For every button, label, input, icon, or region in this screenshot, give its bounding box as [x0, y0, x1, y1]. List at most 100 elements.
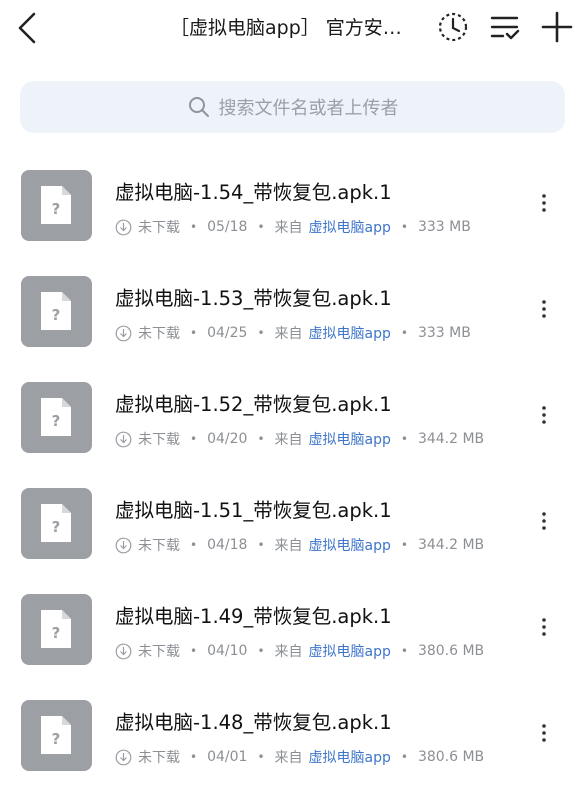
file-name: 虚拟电脑-1.53_带恢复包.apk.1 [115, 287, 392, 310]
file-row[interactable]: ? 虚拟电脑-1.52_带恢复包.apk.1 未下载 • 04/20 • 来自 … [0, 382, 584, 488]
more-options-button[interactable] [532, 294, 556, 326]
separator-dot: • [257, 750, 265, 764]
uploader-link[interactable]: 虚拟电脑app [309, 747, 391, 767]
more-vertical-icon [542, 300, 546, 318]
download-status: 未下载 [138, 220, 180, 236]
file-meta: 未下载 • 05/18 • 来自 虚拟电脑app • 333 MB [115, 217, 471, 237]
download-status-icon [115, 537, 132, 553]
separator-dot: • [400, 326, 408, 340]
file-meta: 未下载 • 04/18 • 来自 虚拟电脑app • 344.2 MB [115, 535, 484, 555]
svg-text:?: ? [52, 624, 61, 642]
file-row[interactable]: ? 虚拟电脑-1.49_带恢复包.apk.1 未下载 • 04/10 • 来自 … [0, 594, 584, 700]
file-name: 虚拟电脑-1.48_带恢复包.apk.1 [115, 711, 392, 734]
page-title: ［虚拟电脑app］ 官方安… [170, 17, 402, 39]
svg-text:?: ? [52, 306, 61, 324]
file-size: 333 MB [417, 325, 471, 341]
file-thumbnail: ? [21, 382, 92, 453]
search-bar[interactable]: 搜索文件名或者上传者 [20, 81, 565, 133]
separator-dot: • [400, 750, 408, 764]
back-button[interactable] [10, 8, 46, 48]
file-date: 04/25 [207, 325, 248, 341]
file-row[interactable]: ? 虚拟电脑-1.54_带恢复包.apk.1 未下载 • 05/18 • 来自 … [0, 170, 584, 276]
file-thumbnail: ? [21, 276, 92, 347]
separator-dot: • [400, 538, 408, 552]
more-options-button[interactable] [532, 612, 556, 644]
more-options-button[interactable] [532, 400, 556, 432]
uploader-link[interactable]: 虚拟电脑app [309, 535, 391, 555]
svg-text:?: ? [52, 730, 61, 748]
separator-dot: • [257, 220, 265, 234]
file-size: 344.2 MB [417, 537, 485, 553]
sort-icon [490, 16, 520, 40]
separator-dot: • [257, 644, 265, 658]
separator-dot: • [190, 220, 198, 234]
sort-button[interactable] [488, 10, 522, 44]
file-meta: 未下载 • 04/20 • 来自 虚拟电脑app • 344.2 MB [115, 429, 484, 449]
top-bar: ［虚拟电脑app］ 官方安… [0, 0, 584, 56]
file-meta: 未下载 • 04/10 • 来自 虚拟电脑app • 380.6 MB [115, 641, 484, 661]
file-thumbnail: ? [21, 594, 92, 665]
uploader-link[interactable]: 虚拟电脑app [309, 323, 391, 343]
download-status: 未下载 [138, 432, 180, 448]
separator-dot: • [257, 432, 265, 446]
download-status: 未下载 [138, 750, 180, 766]
download-status-icon [115, 431, 132, 447]
separator-dot: • [400, 644, 408, 658]
unknown-file-icon: ? [41, 186, 71, 224]
more-options-button[interactable] [532, 718, 556, 750]
file-thumbnail: ? [21, 700, 92, 771]
history-clock-icon [438, 12, 468, 42]
more-vertical-icon [542, 618, 546, 636]
from-label: 来自 [274, 326, 303, 342]
separator-dot: • [190, 644, 198, 658]
more-options-button[interactable] [532, 188, 556, 220]
back-arrow-icon [18, 12, 36, 44]
file-thumbnail: ? [21, 488, 92, 559]
from-label: 来自 [274, 538, 303, 554]
file-size: 380.6 MB [417, 749, 485, 765]
from-label: 来自 [274, 644, 303, 660]
file-name: 虚拟电脑-1.52_带恢复包.apk.1 [115, 393, 392, 416]
download-status-icon [115, 219, 132, 235]
separator-dot: • [190, 326, 198, 340]
unknown-file-icon: ? [41, 292, 71, 330]
svg-text:?: ? [52, 412, 61, 430]
more-options-button[interactable] [532, 506, 556, 538]
file-row[interactable]: ? 虚拟电脑-1.48_带恢复包.apk.1 未下载 • 04/01 • 来自 … [0, 700, 584, 806]
download-status: 未下载 [138, 326, 180, 342]
uploader-link[interactable]: 虚拟电脑app [309, 217, 391, 237]
file-date: 04/10 [207, 643, 248, 659]
file-name: 虚拟电脑-1.54_带恢复包.apk.1 [115, 181, 392, 204]
uploader-link[interactable]: 虚拟电脑app [309, 429, 391, 449]
svg-text:?: ? [52, 518, 61, 536]
uploader-link[interactable]: 虚拟电脑app [309, 641, 391, 661]
file-size: 333 MB [417, 219, 471, 235]
separator-dot: • [190, 432, 198, 446]
unknown-file-icon: ? [41, 504, 71, 542]
history-button[interactable] [436, 10, 470, 44]
download-status: 未下载 [138, 538, 180, 554]
from-label: 来自 [274, 432, 303, 448]
separator-dot: • [257, 326, 265, 340]
separator-dot: • [400, 220, 408, 234]
file-meta: 未下载 • 04/01 • 来自 虚拟电脑app • 380.6 MB [115, 747, 484, 767]
search-icon [188, 97, 209, 117]
file-row[interactable]: ? 虚拟电脑-1.51_带恢复包.apk.1 未下载 • 04/18 • 来自 … [0, 488, 584, 594]
unknown-file-icon: ? [41, 398, 71, 436]
file-date: 04/20 [207, 431, 248, 447]
add-button[interactable] [540, 10, 574, 44]
from-label: 来自 [274, 220, 303, 236]
search-placeholder: 搜索文件名或者上传者 [218, 98, 399, 119]
file-name: 虚拟电脑-1.51_带恢复包.apk.1 [115, 499, 392, 522]
file-name: 虚拟电脑-1.49_带恢复包.apk.1 [115, 605, 392, 628]
download-status: 未下载 [138, 644, 180, 660]
more-vertical-icon [542, 724, 546, 742]
more-vertical-icon [542, 194, 546, 212]
download-status-icon [115, 325, 132, 341]
add-icon [541, 11, 573, 43]
download-status-icon [115, 643, 132, 659]
file-row[interactable]: ? 虚拟电脑-1.53_带恢复包.apk.1 未下载 • 04/25 • 来自 … [0, 276, 584, 382]
more-vertical-icon [542, 406, 546, 424]
file-date: 04/01 [207, 749, 248, 765]
file-date: 05/18 [207, 219, 248, 235]
